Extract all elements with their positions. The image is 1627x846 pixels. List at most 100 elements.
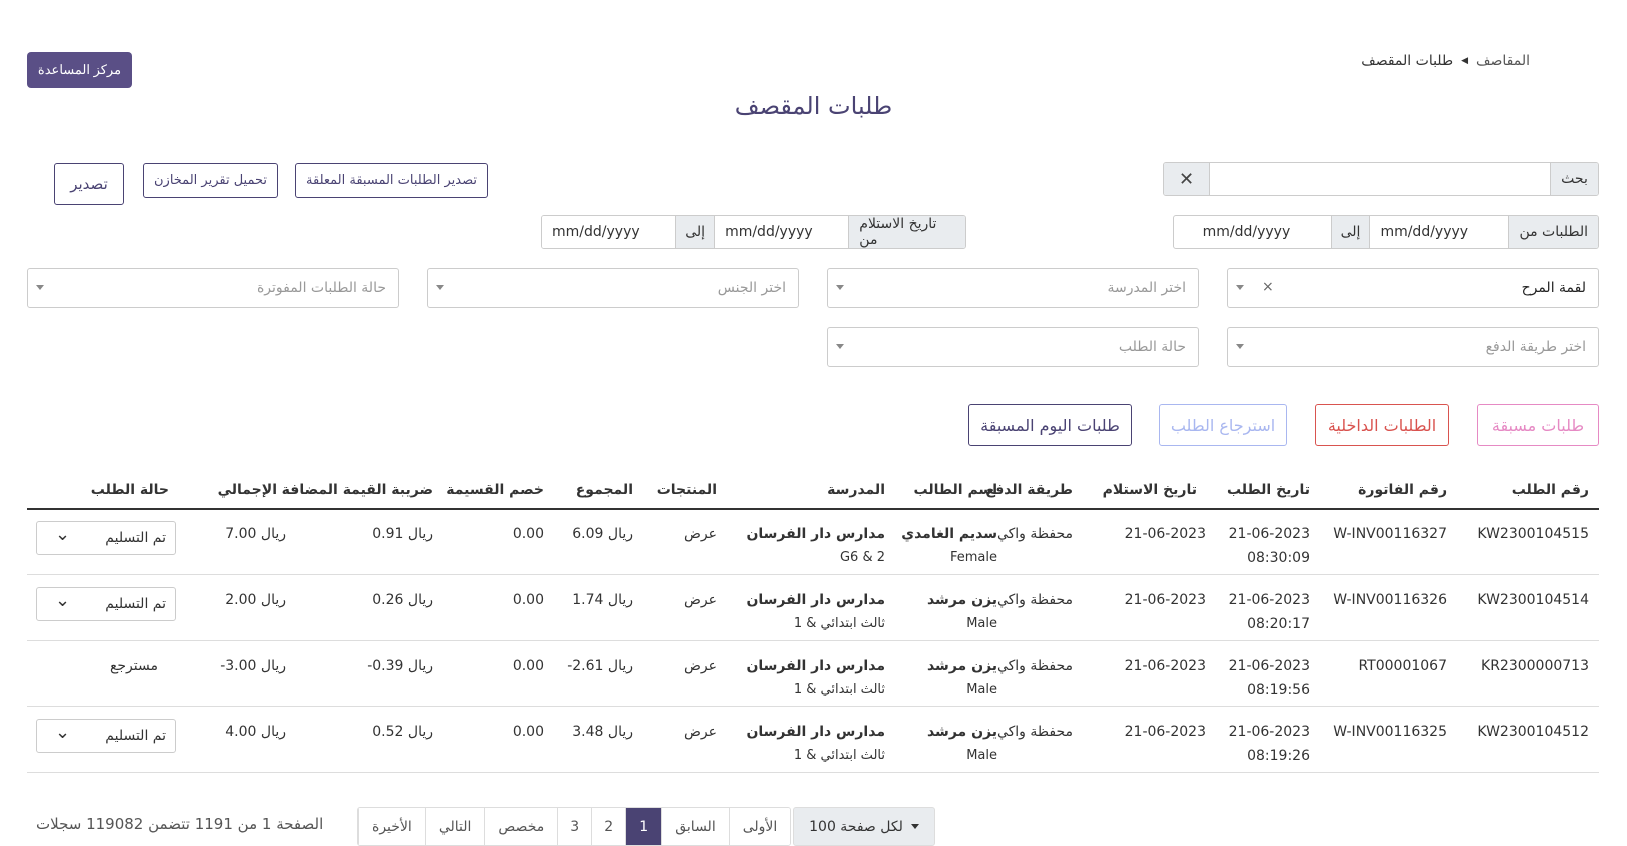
tab-preorders[interactable]: طلبات مسبقة	[1477, 404, 1599, 446]
orders-from-date-input[interactable]: mm/dd/yyyy	[1370, 216, 1509, 248]
receive-date: 21-06-2023	[1124, 724, 1206, 740]
payment-method: محفظة واكي	[996, 658, 1073, 674]
orders-to-date-input[interactable]: mm/dd/yyyy	[1192, 216, 1331, 248]
canteen-select[interactable]: لقمة المرح ×	[1227, 268, 1599, 308]
school-grade: ثالث ابتدائي & 1	[793, 748, 885, 763]
page-last[interactable]: الأخيرة	[358, 808, 425, 845]
vat-amount: 0.26 ريال	[372, 592, 433, 608]
search-input[interactable]	[1210, 163, 1550, 195]
receive-date: 21-06-2023	[1124, 592, 1206, 608]
page-next[interactable]: التالي	[424, 808, 485, 845]
col-order-date[interactable]: تاريخ الطلب	[1227, 482, 1310, 498]
invoice-no: W-INV00116327	[1333, 526, 1447, 542]
export-pending-preorders-button[interactable]: تصدير الطلبات المسبقة المعلقة	[295, 163, 488, 198]
chevron-down-icon: ⌄	[55, 524, 71, 545]
order-status-dropdown[interactable]: تم التسليم ⌄	[36, 719, 176, 753]
gender-select[interactable]: اختر الجنس	[427, 268, 799, 308]
school-name: مدارس دار الفرسان	[746, 592, 885, 608]
orders-to-label: إلى	[1330, 216, 1371, 248]
invoice-no: W-INV00116325	[1333, 724, 1447, 740]
col-receive-date[interactable]: تاريخ الاستلام	[1103, 482, 1197, 498]
caret-down-icon	[910, 824, 919, 829]
col-total-sum[interactable]: المجموع	[576, 482, 633, 498]
col-coupon-discount[interactable]: خصم القسيمة	[446, 482, 544, 498]
student-name: سديم الغامدي	[901, 526, 997, 542]
order-status-value: تم التسليم	[105, 596, 166, 612]
vat-amount: 0.91 ريال	[372, 526, 433, 542]
col-order-status[interactable]: حالة الطلب	[91, 482, 169, 498]
grand-total: 2.00 ريال	[225, 592, 286, 608]
tab-refund[interactable]: استرجاع الطلب	[1159, 404, 1287, 446]
col-payment-method[interactable]: طريقة الدفع	[986, 482, 1073, 498]
order-status-dropdown[interactable]: تم التسليم ⌄	[36, 587, 176, 621]
page-3[interactable]: 3	[557, 808, 592, 845]
payment-method-placeholder: اختر طريقة الدفع	[1485, 339, 1586, 355]
invoice-no: RT00001067	[1358, 658, 1447, 674]
order-status-dropdown[interactable]: تم التسليم ⌄	[36, 521, 176, 555]
export-button[interactable]: تصدير	[54, 163, 124, 205]
chevron-down-icon	[836, 344, 844, 349]
student-gender: Female	[949, 550, 997, 565]
col-student-name[interactable]: اسم الطالب	[914, 482, 997, 498]
per-page-label: 100 لكل صفحة	[809, 818, 903, 835]
coupon-discount: 0.00	[512, 592, 544, 608]
order-no: KW2300104514	[1477, 592, 1589, 608]
col-invoice-no[interactable]: رقم الفاتورة	[1358, 482, 1447, 498]
receive-date: 21-06-2023	[1124, 526, 1206, 542]
download-warehouse-report-button[interactable]: تحميل تقرير المخازن	[143, 163, 278, 198]
order-no: KW2300104515	[1477, 526, 1589, 542]
coupon-discount: 0.00	[512, 658, 544, 674]
table-row[interactable]: KW2300104512 W-INV00116325 21-06-2023 08…	[27, 708, 1599, 773]
coupon-discount: 0.00	[512, 724, 544, 740]
order-time: 08:20:17	[1247, 616, 1310, 632]
school-name: مدارس دار الفرسان	[746, 526, 885, 542]
help-center-button[interactable]: مركز المساعدة	[27, 52, 132, 88]
table-row[interactable]: KW2300104515 W-INV00116327 21-06-2023 08…	[27, 510, 1599, 575]
page-custom[interactable]: مخصص	[484, 808, 558, 845]
col-school[interactable]: المدرسة	[827, 482, 885, 498]
col-order-no[interactable]: رقم الطلب	[1512, 482, 1589, 498]
chevron-down-icon: ⌄	[55, 722, 71, 743]
search-group: بحث ✕	[1163, 162, 1599, 196]
products-link[interactable]: عرض	[684, 592, 717, 608]
student-gender: Male	[966, 682, 997, 697]
order-date: 21-06-2023	[1228, 592, 1310, 608]
per-page-dropdown[interactable]: 100 لكل صفحة	[793, 807, 935, 846]
total-sum: 6.09 ريال	[572, 526, 633, 542]
col-vat[interactable]: ضريبة القيمة المضافة	[282, 482, 433, 498]
received-to-date-input[interactable]: mm/dd/yyyy	[542, 216, 676, 248]
clear-icon[interactable]: ×	[1262, 279, 1274, 295]
school-select[interactable]: اختر المدرسة	[827, 268, 1199, 308]
invoiced-status-select[interactable]: حالة الطلبات المفوترة	[27, 268, 399, 308]
order-status-value: تم التسليم	[105, 728, 166, 744]
tab-today-preorders[interactable]: طلبات اليوم المسبقة	[968, 404, 1132, 446]
total-sum: 3.48 ريال	[572, 724, 633, 740]
school-grade: ثالث ابتدائي & 1	[793, 682, 885, 697]
received-to-label: إلى	[675, 216, 716, 248]
order-status-text: مسترجع	[109, 658, 158, 674]
order-date: 21-06-2023	[1228, 526, 1310, 542]
page-1[interactable]: 1	[625, 808, 662, 845]
page-prev[interactable]: السابق	[661, 808, 729, 845]
table-row[interactable]: KR2300000713 RT00001067 21-06-2023 08:19…	[27, 642, 1599, 707]
table-row[interactable]: KW2300104514 W-INV00116326 21-06-2023 08…	[27, 576, 1599, 641]
order-time: 08:19:56	[1247, 682, 1310, 698]
tab-internal-orders[interactable]: الطلبات الداخلية	[1315, 404, 1449, 446]
search-label: بحث	[1550, 163, 1598, 195]
products-link[interactable]: عرض	[684, 658, 717, 674]
page-first[interactable]: الأولى	[728, 808, 791, 845]
school-grade: G6 & 2	[839, 550, 885, 565]
payment-method-select[interactable]: اختر طريقة الدفع	[1227, 327, 1599, 367]
close-icon[interactable]: ✕	[1164, 163, 1210, 195]
page-2[interactable]: 2	[591, 808, 626, 845]
school-grade: ثالث ابتدائي & 1	[793, 616, 885, 631]
orders-from-label: الطلبات من	[1508, 216, 1598, 248]
col-grand-total[interactable]: الإجمالي	[218, 482, 277, 498]
order-date: 21-06-2023	[1228, 658, 1310, 674]
breadcrumb-home-link[interactable]: المقاصف	[1476, 53, 1530, 69]
products-link[interactable]: عرض	[684, 526, 717, 542]
products-link[interactable]: عرض	[684, 724, 717, 740]
order-status-select[interactable]: حالة الطلب	[827, 327, 1199, 367]
col-products[interactable]: المنتجات	[657, 482, 717, 498]
received-from-date-input[interactable]: mm/dd/yyyy	[715, 216, 849, 248]
